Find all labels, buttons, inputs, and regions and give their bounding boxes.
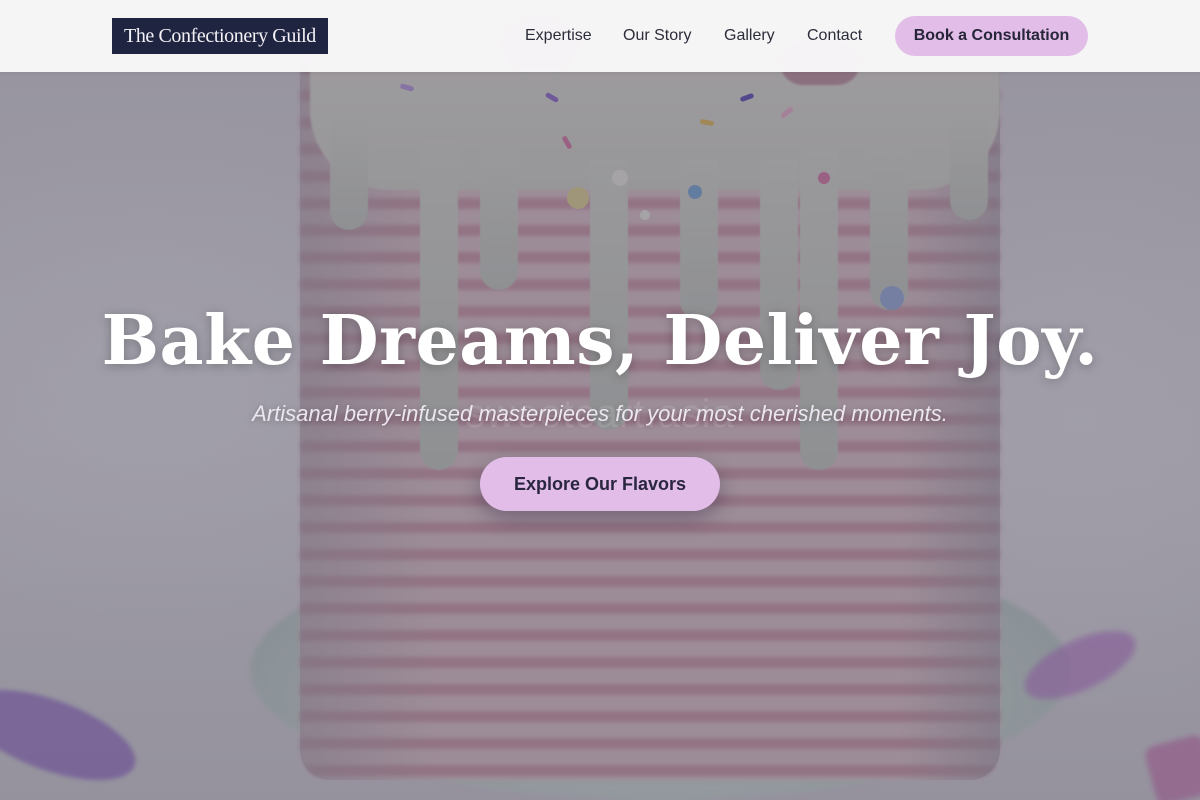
nav-link-gallery[interactable]: Gallery — [724, 26, 775, 46]
nav-link-contact[interactable]: Contact — [807, 26, 862, 46]
book-consultation-button[interactable]: Book a Consultation — [895, 16, 1088, 56]
brand-logo[interactable]: The Confectionery Guild — [112, 18, 328, 54]
hero-headline: Bake Dreams, Deliver Joy. — [101, 301, 1099, 381]
navbar: The Confectionery Guild Expertise Our St… — [0, 0, 1200, 72]
explore-flavors-button[interactable]: Explore Our Flavors — [480, 457, 720, 511]
nav-link-our-story[interactable]: Our Story — [623, 26, 691, 46]
nav-link-expertise[interactable]: Expertise — [525, 26, 592, 46]
hero-subheadline: Artisanal berry-infused masterpieces for… — [252, 401, 948, 426]
